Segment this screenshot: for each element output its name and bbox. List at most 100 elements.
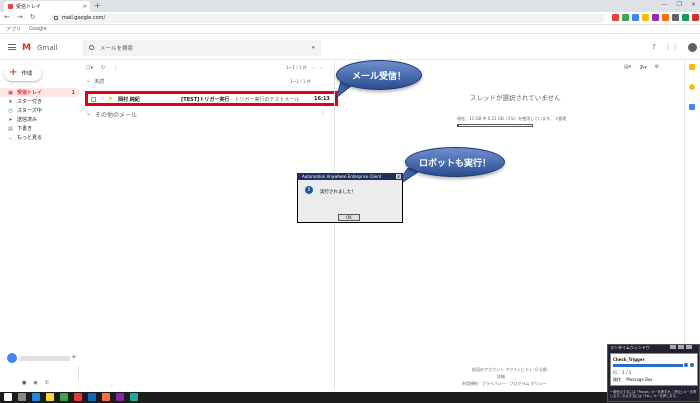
important-marker-icon[interactable]: ➤ <box>108 95 113 102</box>
extension-icon[interactable] <box>692 14 699 21</box>
sidebar-item-starred[interactable]: ★ スター付き <box>0 97 80 106</box>
search-input[interactable]: メールを検索 <box>100 44 133 52</box>
message-time: 16:13 <box>314 96 330 102</box>
person-icon[interactable]: ● <box>22 380 26 386</box>
footer-links[interactable]: 利用規約 · プライバシー · プログラム ポリシー <box>462 381 547 387</box>
maximize-icon[interactable] <box>678 345 684 349</box>
stop-icon[interactable] <box>690 363 694 367</box>
runtime-window-buttons <box>670 345 692 349</box>
bookmark-apps[interactable]: アプリ <box>6 26 21 33</box>
app-icon[interactable] <box>88 393 96 401</box>
new-chat-icon[interactable]: + <box>71 353 77 361</box>
dialog-title: Automation Anywhere Enterprise Client <box>297 173 403 180</box>
footer-activity: 前回のアカウント アクティビティ: 0 分前 <box>472 367 548 372</box>
select-checkbox-icon[interactable]: ☐▾ <box>86 65 93 71</box>
split-pane-icon[interactable]: ▤▾ <box>624 64 631 71</box>
dialog-message: 実行されました！ <box>320 190 356 195</box>
apps-grid-icon[interactable]: ⋮⋮ <box>665 43 679 52</box>
extension-icon[interactable] <box>622 14 629 21</box>
explorer-icon[interactable] <box>46 393 54 401</box>
table-row[interactable]: ☆ ➤ 岡村 純紀 [TEST]トリガー実行 - トリガー実行のテストメール 1… <box>85 91 338 106</box>
hangouts-user <box>20 356 70 361</box>
url-input[interactable]: mail.google.com/ <box>50 14 605 23</box>
app-icon[interactable] <box>102 393 110 401</box>
edge-icon[interactable] <box>32 393 40 401</box>
app-icon[interactable] <box>130 393 138 401</box>
avatar[interactable] <box>687 43 697 52</box>
help-icon[interactable]: ? <box>652 43 656 52</box>
sidebar-item-snoozed[interactable]: ◷ スヌーズ中 <box>0 106 80 115</box>
next-page-icon[interactable]: › <box>320 65 322 71</box>
sidebar-item-sent[interactable]: ➤ 送信済み <box>0 115 80 124</box>
hangouts-avatar[interactable] <box>7 353 17 363</box>
new-tab-button[interactable]: + <box>94 1 101 10</box>
preview-toolbar: ▤▾ あ▾ ⚙ <box>624 64 659 71</box>
sidebar-item-inbox[interactable]: ▣ 受信トレイ 1 <box>0 88 80 97</box>
windows-start-icon[interactable] <box>4 393 12 401</box>
extension-icon[interactable] <box>682 14 689 21</box>
more-icon[interactable]: ⋮ <box>113 65 118 71</box>
reload-icon[interactable]: ↻ <box>30 13 36 21</box>
more-icon[interactable]: ⋮ <box>320 110 326 117</box>
extension-icon[interactable] <box>672 14 679 21</box>
close-icon[interactable] <box>686 345 692 349</box>
search-options-icon[interactable]: ▾ <box>312 45 315 51</box>
search-taskbar-icon[interactable] <box>18 393 26 401</box>
extension-icon[interactable] <box>632 14 639 21</box>
extension-icon[interactable] <box>652 14 659 21</box>
extension-icon[interactable] <box>612 14 619 21</box>
search-icon[interactable] <box>89 45 94 50</box>
gmail-logo-text[interactable]: Gmail <box>37 44 57 52</box>
sidebar-item-more[interactable]: ⌄ もっと見る <box>0 133 80 142</box>
main-menu-icon[interactable] <box>8 44 16 50</box>
close-tab-icon[interactable]: ✕ <box>83 4 87 10</box>
message-snippet: - トリガー実行のテストメール <box>229 97 300 103</box>
tasks-icon[interactable] <box>689 84 695 90</box>
app-icon[interactable] <box>116 393 124 401</box>
window-controls: — ❐ ✕ <box>662 1 696 8</box>
sidebar-item-drafts[interactable]: ▤ 下書き <box>0 124 80 133</box>
calendar-icon[interactable] <box>689 104 695 110</box>
phone-icon[interactable]: ✆ <box>45 380 49 386</box>
section-label: その他のメール <box>95 112 138 119</box>
star-icon[interactable]: ☆ <box>100 95 105 102</box>
compose-button[interactable]: + 作成 <box>4 65 42 81</box>
minimize-icon[interactable]: — <box>662 1 668 8</box>
section-other[interactable]: ⌄ その他のメール <box>86 110 137 119</box>
back-icon[interactable]: ← <box>4 13 10 21</box>
keep-icon[interactable] <box>689 64 695 70</box>
extension-icons <box>612 14 699 21</box>
send-icon: ➤ <box>8 116 13 123</box>
pause-icon[interactable] <box>684 363 688 367</box>
runtime-line: 行： 1 / 1 <box>613 370 632 375</box>
app-icon[interactable] <box>60 393 68 401</box>
extension-icon[interactable] <box>662 14 669 21</box>
prev-page-icon[interactable]: ‹ <box>313 65 315 71</box>
section-unread[interactable]: ⌄ 未読 <box>86 78 104 85</box>
no-selection-text: スレッドが選択されていません <box>470 94 561 102</box>
bookmark-google[interactable]: Google <box>29 26 47 32</box>
gmail-logo-icon[interactable]: M <box>22 43 31 53</box>
minimize-icon[interactable] <box>670 345 676 349</box>
extension-icon[interactable] <box>642 14 649 21</box>
tab-title: 受信トレイ <box>16 4 42 10</box>
sidebar-item-label: スヌーズ中 <box>17 108 42 114</box>
close-window-icon[interactable]: ✕ <box>691 1 696 8</box>
maximize-icon[interactable]: ❐ <box>677 1 682 8</box>
close-icon[interactable]: ✕ <box>396 174 401 179</box>
refresh-icon[interactable]: ↻ <box>101 65 105 71</box>
ok-button[interactable]: OK <box>338 214 360 221</box>
sidebar-item-label: 受信トレイ <box>17 90 43 96</box>
chat-icon[interactable]: ◉ <box>33 380 37 386</box>
pager: 1～1 / 1 件 ‹ › <box>286 65 322 71</box>
footer-detail-link[interactable]: 詳細 <box>497 374 505 380</box>
browser-tab[interactable]: 受信トレイ ✕ <box>4 1 90 12</box>
forward-icon[interactable]: → <box>17 13 23 21</box>
row-checkbox[interactable] <box>91 97 96 102</box>
plus-icon: + <box>9 67 18 78</box>
subject-text: [TEST]トリガー実行 <box>181 97 230 103</box>
settings-gear-icon[interactable]: ⚙ <box>655 64 659 71</box>
chrome-icon[interactable] <box>74 393 82 401</box>
pane-divider[interactable] <box>334 60 335 390</box>
input-tools-icon[interactable]: あ▾ <box>639 64 647 71</box>
